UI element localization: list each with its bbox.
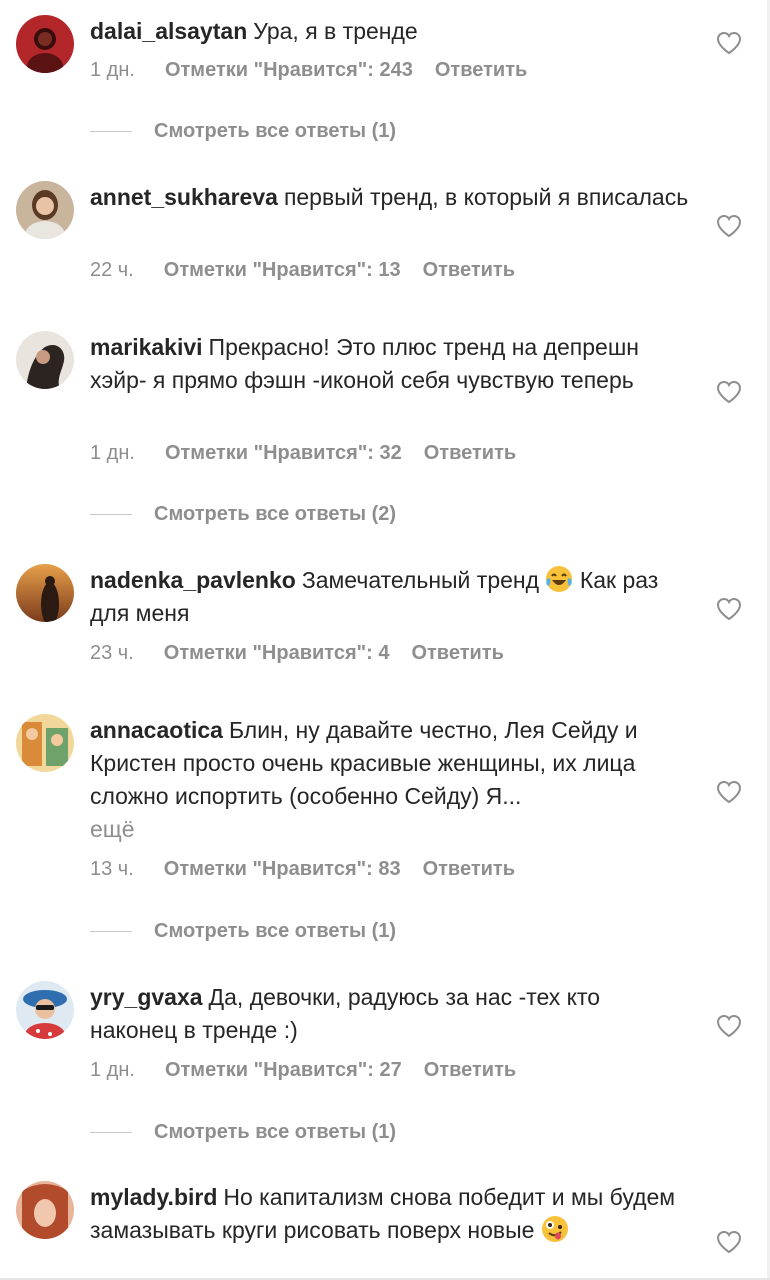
view-replies-button[interactable]: Смотреть все ответы (1) [90,920,396,950]
heart-icon[interactable] [716,1230,742,1254]
heart-icon[interactable] [716,597,742,621]
comment-meta: 13 ч. Отметки "Нравится": 83 Ответить [90,858,515,881]
view-replies-label[interactable]: Смотреть все ответы (1) [154,1121,396,1143]
comment-text: yry_gvaxa Да, девочки, радуюсь за нас -те… [90,981,690,1047]
likes-count[interactable]: Отметки "Нравится": 32 [165,442,402,465]
view-replies-label[interactable]: Смотреть все ответы (1) [154,920,396,942]
avatar[interactable] [16,331,74,389]
comment-body: Замечательный тренд [301,567,540,593]
divider-line [90,931,132,933]
comment-time: 1 дн. [90,1059,135,1081]
view-replies-button[interactable]: Смотреть все ответы (2) [90,503,396,533]
likes-count[interactable]: Отметки "Нравится": 27 [165,1059,402,1082]
username[interactable]: annacaotica [90,717,223,743]
avatar[interactable] [16,714,74,772]
comment-time: 1 дн. [90,59,135,81]
zany-face-emoji [541,1215,569,1243]
heart-icon[interactable] [716,214,742,238]
laughing-crying-emoji [545,565,573,593]
comment-time: 13 ч. [90,858,134,880]
reply-button[interactable]: Ответить [435,59,527,82]
comment-text: annacaotica Блин, ну давайте честно, Лея … [90,714,690,846]
reply-button[interactable]: Ответить [424,1059,516,1082]
comment-meta: 22 ч. Отметки "Нравится": 13 Ответить [90,259,515,282]
username[interactable]: marikakivi [90,334,203,360]
divider-line [90,1132,132,1134]
heart-icon[interactable] [716,380,742,404]
reply-button[interactable]: Ответить [424,442,516,465]
comment-text: marikakivi Прекрасно! Это плюс тренд на д… [90,331,690,397]
avatar[interactable] [16,564,74,622]
avatar[interactable] [16,981,74,1039]
avatar[interactable] [16,15,74,73]
comment-body: Ура, я в тренде [253,18,418,44]
avatar[interactable] [16,1181,74,1239]
comment-time: 23 ч. [90,642,134,664]
divider-line [90,131,132,133]
more-link[interactable]: ещё [90,813,690,846]
reply-button[interactable]: Ответить [423,858,515,881]
comment-meta: 1 дн. Отметки "Нравится": 27 Ответить [90,1059,516,1082]
heart-icon[interactable] [716,31,742,55]
likes-count[interactable]: Отметки "Нравится": 13 [164,259,401,282]
view-replies-button[interactable]: Смотреть все ответы (1) [90,120,396,150]
likes-count[interactable]: Отметки "Нравится": 83 [164,858,401,881]
divider-line [90,514,132,516]
comment-time: 22 ч. [90,259,134,281]
heart-icon[interactable] [716,1014,742,1038]
username[interactable]: annet_sukhareva [90,184,278,210]
comment-meta: 23 ч. Отметки "Нравится": 4 Ответить [90,642,504,665]
reply-button[interactable]: Ответить [411,642,503,665]
avatar[interactable] [16,181,74,239]
view-replies-button[interactable]: Смотреть все ответы (1) [90,1121,396,1151]
username[interactable]: dalai_alsaytan [90,18,247,44]
comment-meta: 1 дн. Отметки "Нравится": 32 Ответить [90,442,516,465]
likes-count[interactable]: Отметки "Нравится": 4 [164,642,390,665]
view-replies-label[interactable]: Смотреть все ответы (2) [154,503,396,525]
username[interactable]: nadenka_pavlenko [90,567,296,593]
comment-meta: 1 дн. Отметки "Нравится": 243 Ответить [90,59,527,82]
username[interactable]: mylady.bird [90,1184,217,1210]
comment-text: mylady.bird Но капитализм снова победит и… [90,1181,690,1247]
comment-text: dalai_alsaytan Ура, я в тренде [90,15,690,48]
view-replies-label[interactable]: Смотреть все ответы (1) [154,120,396,142]
heart-icon[interactable] [716,780,742,804]
comment-text: nadenka_pavlenko Замечательный тренд Как … [90,564,690,630]
comment-text: annet_sukhareva первый тренд, в который я… [90,181,690,214]
username[interactable]: yry_gvaxa [90,984,203,1010]
comment-body: первый тренд, в который я вписалась [283,184,689,210]
comment-time: 1 дн. [90,442,135,464]
likes-count[interactable]: Отметки "Нравится": 243 [165,59,413,82]
reply-button[interactable]: Ответить [423,259,515,282]
